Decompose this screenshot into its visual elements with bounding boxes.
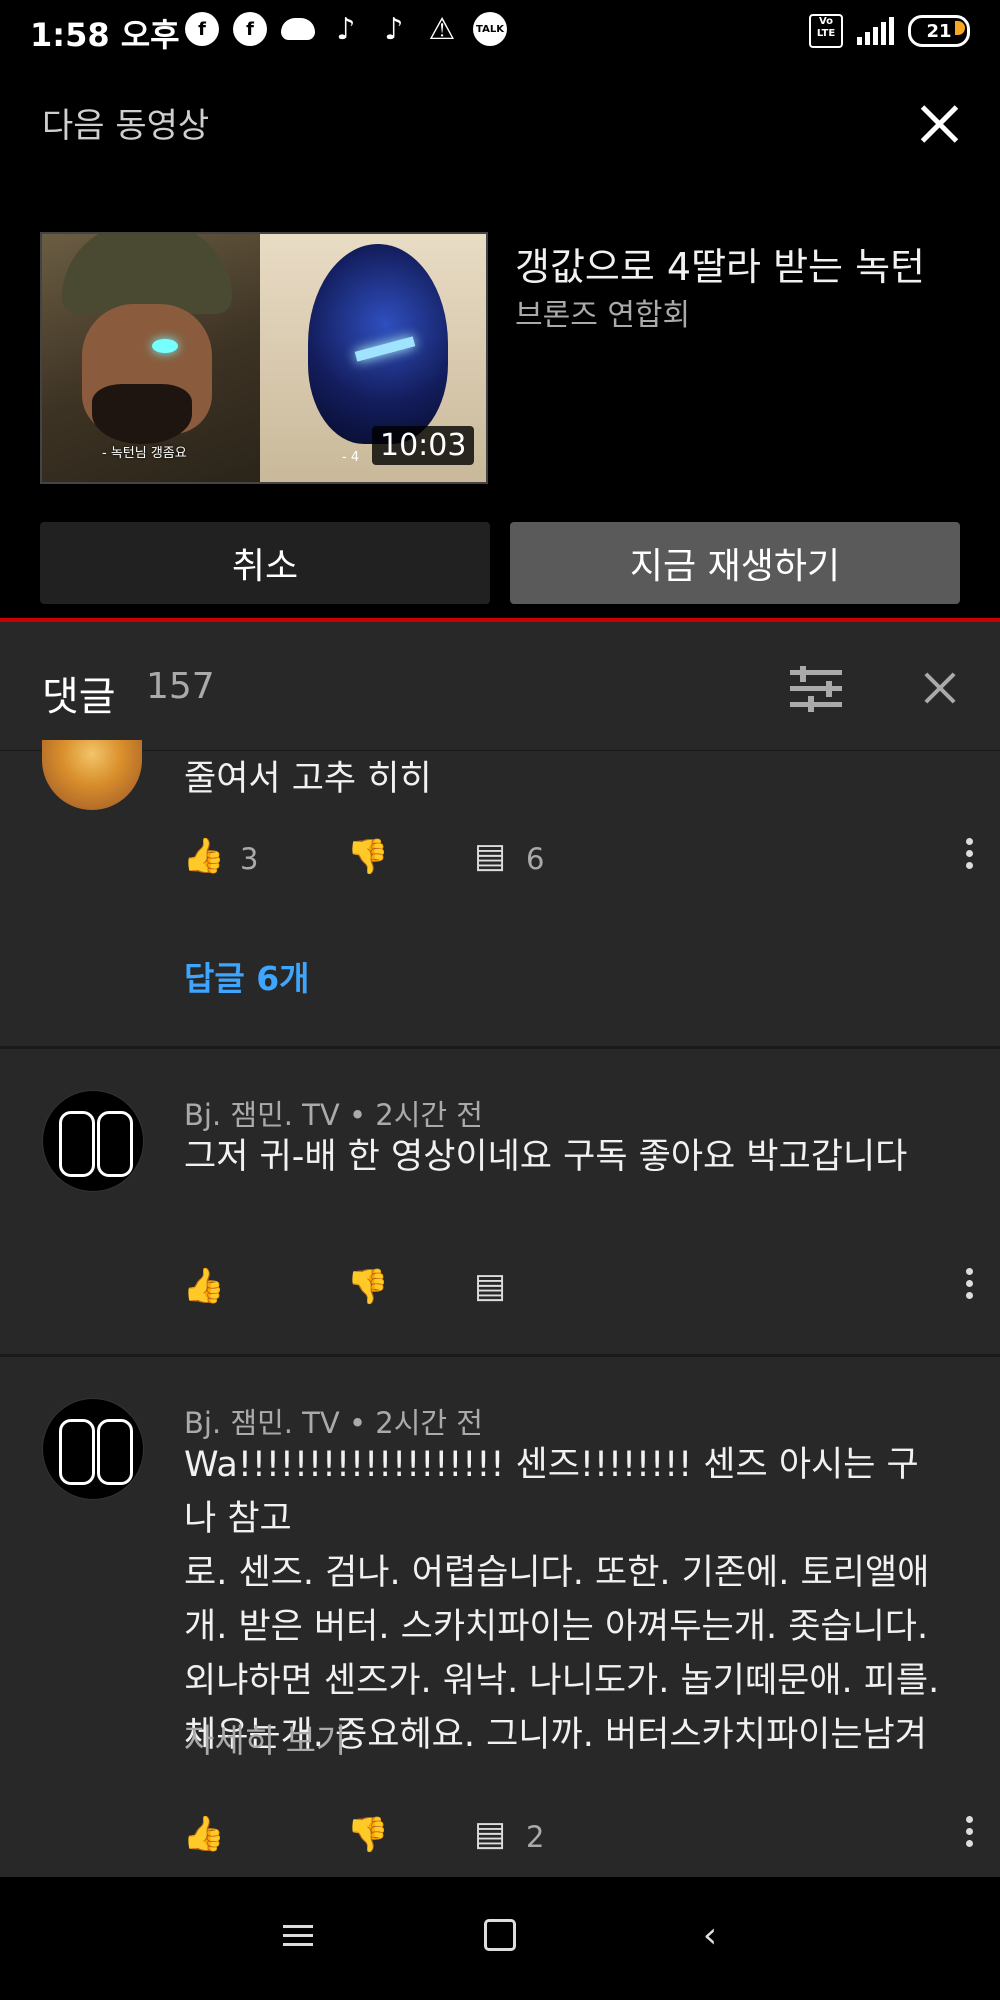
comments-title: 댓글 (42, 674, 116, 720)
system-icons: Vo LTE 21 (809, 14, 970, 48)
comments-count: 157 (146, 666, 215, 707)
comment-line: 개. 받은 버터. 스카치파이는 아껴두는개. 좃습니다. (184, 1607, 929, 1647)
like-icon[interactable]: 👍 (183, 836, 225, 876)
cancel-button[interactable]: 취소 (40, 522, 490, 604)
notification-icons: f f ♪ ♪ ⚠ TALK (185, 11, 507, 47)
comment-author-meta: Bj. 잼민. TV • 2시간 전 (184, 1406, 483, 1440)
up-next-channel: 브론즈 연합회 (515, 298, 691, 333)
up-next-video-title[interactable]: 갱값으로 4딸라 받는 녹턴 (515, 236, 925, 291)
comment-line: 외냐하면 센즈가. 워낙. 나니도가. 놉기떼문애. 피를. (184, 1661, 940, 1701)
video-thumbnail[interactable]: - 녹턴님 갱좀요 - 4 10:03 (40, 232, 488, 484)
warning-icon: ⚠ (428, 11, 456, 47)
divider (0, 1046, 1000, 1049)
skeleton-figure (59, 1111, 95, 1177)
skeleton-figure (97, 1111, 133, 1177)
like-icon[interactable]: 👍 (183, 1814, 225, 1854)
thumbnail-caption-right: - 4 (342, 450, 360, 465)
facebook-icon: f (233, 12, 267, 46)
divider (0, 1354, 1000, 1357)
battery-icon: 21 (908, 15, 970, 47)
comment-actions: 👍 3 👍 ▤ 6 (183, 836, 974, 886)
dislike-icon[interactable]: 👍 (347, 1814, 389, 1854)
system-navigation-bar: ‹ (0, 1877, 1000, 2000)
battery-level: 21 (926, 20, 952, 42)
status-bar: 1:58 오후 f f ♪ ♪ ⚠ TALK Vo LTE 21 (0, 0, 1000, 60)
status-time: 1:58 오후 (30, 16, 180, 54)
skeleton-figure (59, 1419, 95, 1485)
reply-icon[interactable]: ▤ (470, 1814, 510, 1854)
avatar[interactable] (42, 740, 142, 810)
tiktok-icon: ♪ (336, 11, 356, 47)
comment-line: 로. 센즈. 검나. 어렵습니다. 또한. 기존에. 토리앨애 (184, 1553, 930, 1593)
avatar[interactable] (42, 1090, 144, 1192)
more-options-icon[interactable] (966, 838, 974, 874)
volte-icon: Vo LTE (809, 14, 843, 48)
dislike-icon[interactable]: 👍 (347, 836, 389, 876)
reply-icon[interactable]: ▤ (470, 1266, 510, 1306)
comments-header: 댓글 157 (0, 622, 1000, 751)
like-icon[interactable]: 👍 (183, 1266, 225, 1306)
thumbnail-caption-left: - 녹턴님 갱좀요 (102, 446, 187, 461)
reply-count: 6 (526, 842, 545, 876)
back-icon[interactable]: ‹ (690, 1915, 730, 1956)
tiktok-icon: ♪ (384, 11, 404, 47)
talk-icon: TALK (473, 12, 507, 46)
reply-icon[interactable]: ▤ (470, 836, 510, 876)
read-more-link[interactable]: 자세히 보기 (184, 1714, 346, 1762)
play-now-button[interactable]: 지금 재생하기 (510, 522, 960, 604)
comment-line: Wa!!!!!!!!!!!!!!!!!!! 센즈!!!!!!!! 센즈 아시는 … (184, 1445, 919, 1539)
close-comments-icon[interactable] (920, 668, 960, 708)
glowing-eye (152, 339, 178, 353)
comment-text: 그저 귀-배 한 영상이네요 구독 좋아요 박고갑니다 ㅋㅋ (184, 1137, 908, 1200)
reply-count: 2 (526, 1820, 545, 1854)
recent-apps-icon[interactable] (278, 1915, 318, 1955)
facebook-icon: f (185, 12, 219, 46)
skeleton-figure (97, 1419, 133, 1485)
helmet-shape (62, 234, 232, 314)
video-duration: 10:03 (372, 426, 475, 465)
mask-shape (308, 244, 448, 444)
cloud-icon (281, 18, 315, 40)
comment-actions: 👍 👍 ▤ 2 (183, 1814, 974, 1864)
dislike-icon[interactable]: 👍 (347, 1266, 389, 1306)
sort-filter-icon[interactable] (790, 666, 842, 712)
more-options-icon[interactable] (966, 1268, 974, 1304)
comments-panel: 댓글 157 줄여서 고추 히히 👍 3 👍 ▤ 6 답글 6개 Bj. 잼민.… (0, 622, 1000, 1877)
more-options-icon[interactable] (966, 1816, 974, 1852)
comment-text: 줄여서 고추 히히 (184, 759, 432, 799)
up-next-label: 다음 동영상 (42, 106, 210, 146)
avatar[interactable] (42, 1398, 144, 1500)
comment-actions: 👍 👍 ▤ (183, 1266, 974, 1316)
home-icon[interactable] (480, 1915, 520, 1955)
signal-icon (857, 17, 894, 45)
like-count: 3 (240, 842, 259, 876)
beard-shape (92, 384, 192, 444)
view-replies-link[interactable]: 답글 6개 (184, 952, 310, 1000)
comment-author-meta: Bj. 잼민. TV • 2시간 전 (184, 1098, 483, 1132)
close-icon[interactable] (915, 100, 963, 148)
